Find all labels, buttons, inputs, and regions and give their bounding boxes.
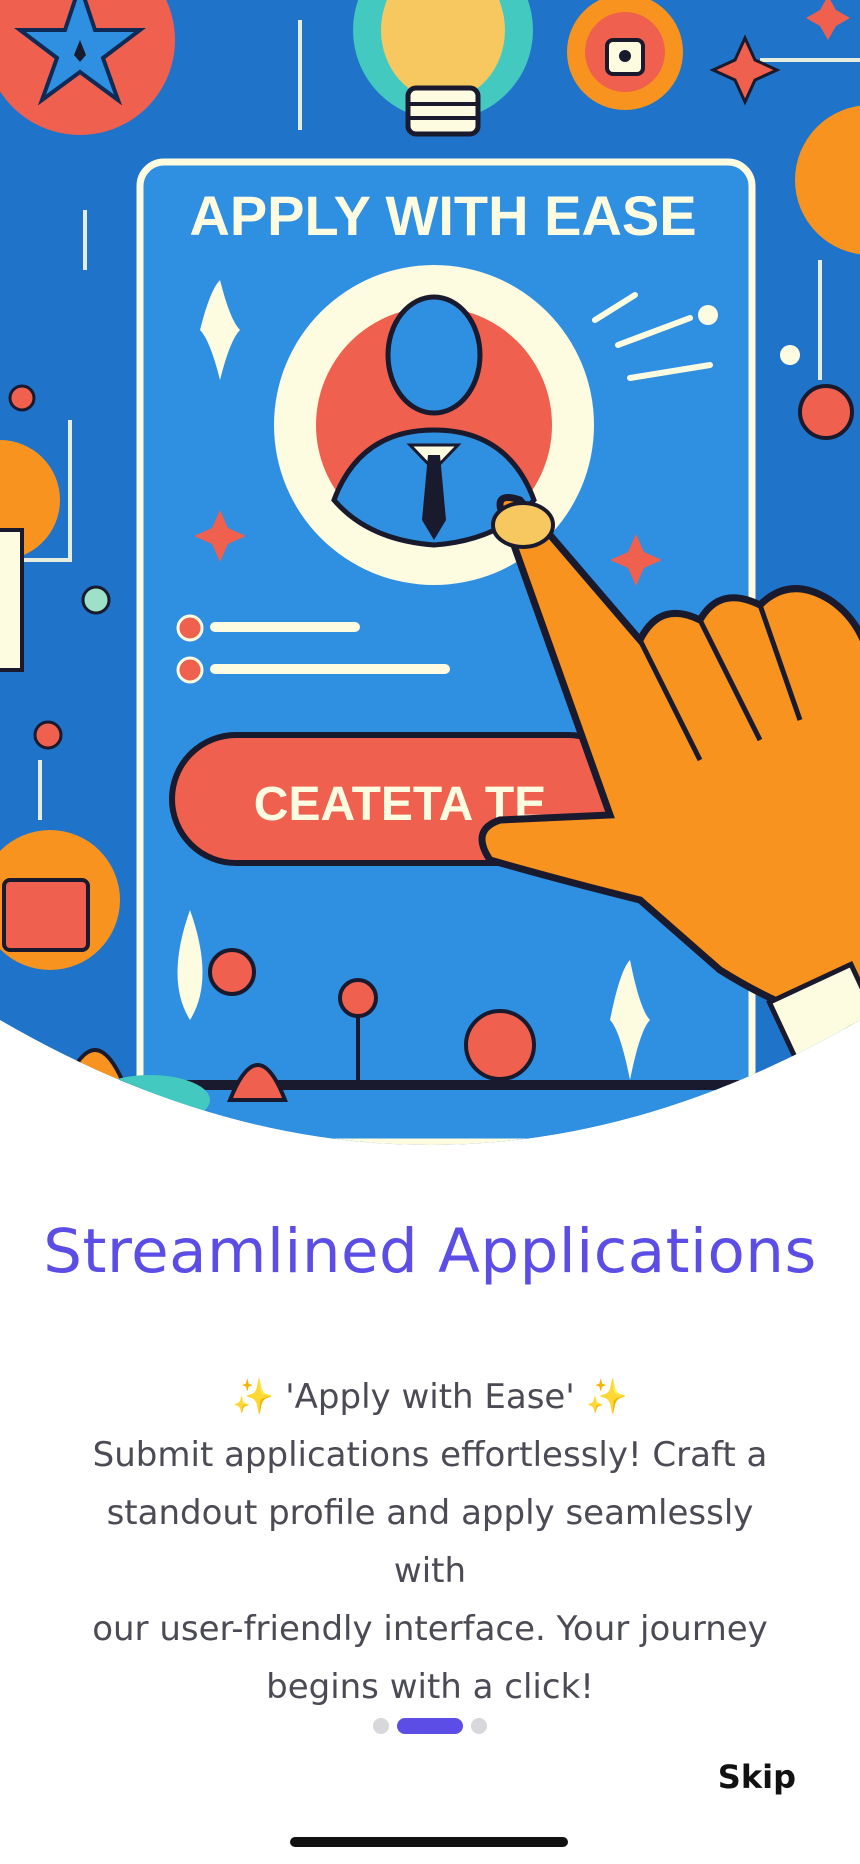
page-dot xyxy=(471,1718,487,1734)
page-dot xyxy=(373,1718,389,1734)
description-line: begins with a click! xyxy=(266,1667,594,1707)
hero-illustration: APPLY WITH EASE CEATETA TE xyxy=(0,0,860,1175)
tagline: ✨ 'Apply with Ease' ✨ xyxy=(232,1377,628,1417)
hero-illustration-svg: APPLY WITH EASE CEATETA TE xyxy=(0,0,860,1145)
skip-button[interactable]: Skip xyxy=(718,1758,796,1796)
page-dot-active xyxy=(397,1718,463,1734)
page-indicator xyxy=(0,1718,860,1734)
home-indicator[interactable] xyxy=(290,1837,568,1847)
card-heading: APPLY WITH EASE xyxy=(189,184,696,247)
description: ✨ 'Apply with Ease' ✨ Submit application… xyxy=(70,1368,790,1716)
page-title: Streamlined Applications xyxy=(43,1216,817,1287)
description-line: our user-friendly interface. Your journe… xyxy=(92,1609,768,1649)
description-line: standout profile and apply seamlessly wi… xyxy=(106,1493,754,1591)
description-line: Submit applications effortlessly! Craft … xyxy=(92,1435,768,1475)
